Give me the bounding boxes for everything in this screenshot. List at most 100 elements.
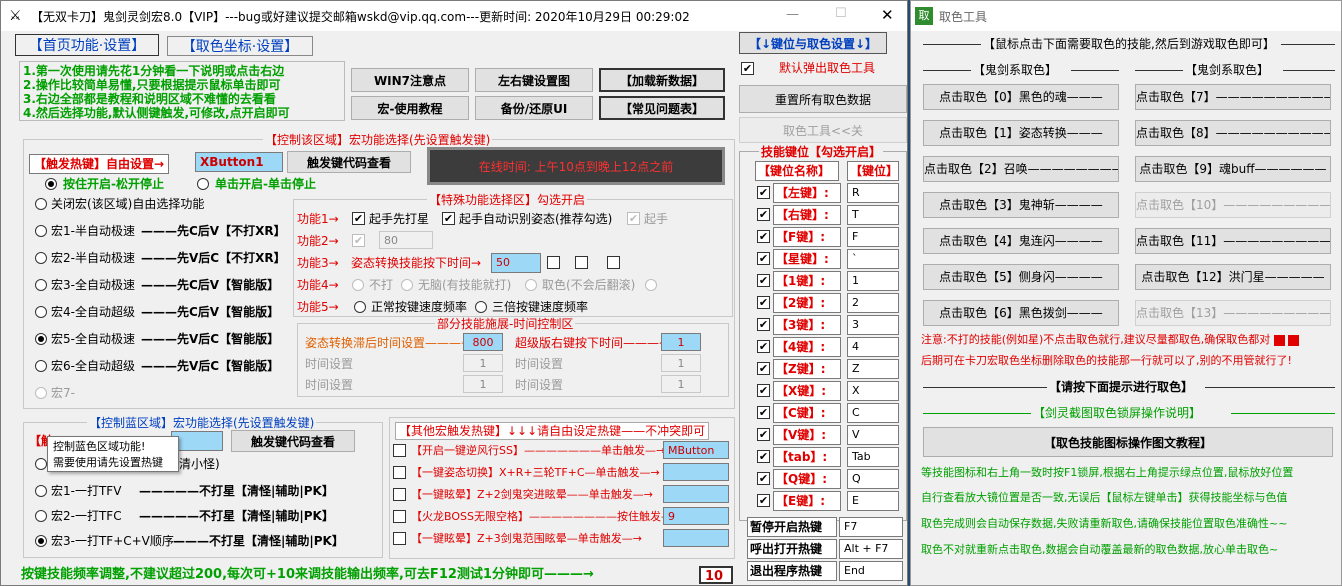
macro-radio-1[interactable] [35,225,47,237]
other-hotkey-checkbox-2[interactable] [393,488,406,501]
key-row-value[interactable]: ` [847,249,899,269]
key-row-value[interactable]: T [847,205,899,225]
func5-a-radio[interactable] [354,301,366,313]
backup-restore-button[interactable]: 备份/还原UI [475,96,593,120]
blue-code-button[interactable]: 触发键代码查看 [231,430,355,452]
func4-d-radio[interactable] [645,279,657,291]
func2-checkbox[interactable] [352,234,365,247]
pick-color-button-left[interactable]: 点击取色【2】召唤———————— [923,156,1119,182]
hotkey-input[interactable]: XButton1 [195,152,283,172]
close-picker-button[interactable]: 取色工具<<关 [739,117,907,143]
timing-v1-0[interactable]: 800 [463,333,503,351]
macro-radio-3[interactable] [35,279,47,291]
key-row-value[interactable]: R [847,183,899,203]
pick-color-button-left[interactable]: 点击取色【5】侧身闪———— [923,264,1119,290]
other-hotkey-checkbox-3[interactable] [393,510,406,523]
faq-button[interactable]: 【常见问题表】 [599,96,725,120]
key-row-checkbox[interactable] [757,252,770,265]
picker-titlebar[interactable]: 取 取色工具 [911,1,1341,31]
other-hotkey-checkbox-4[interactable] [393,532,406,545]
macro-tutorial-button[interactable]: 宏-使用教程 [351,96,469,120]
func4-c-radio[interactable] [525,279,537,291]
frequency-input[interactable]: 10 [699,566,733,584]
key-row-checkbox[interactable] [757,340,770,353]
key-row-checkbox[interactable] [757,450,770,463]
key-row-value[interactable]: X [847,381,899,401]
func4-b-radio[interactable] [401,279,413,291]
macro-radio-5[interactable] [35,333,47,345]
key-row-checkbox[interactable] [757,208,770,221]
pick-color-button-right[interactable]: 点击取色【12】洪门星————— [1135,264,1331,290]
key-row-checkbox[interactable] [757,318,770,331]
tab-home-settings[interactable]: 【首页功能·设置】 [15,34,159,56]
key-row-value[interactable]: Z [847,359,899,379]
macro-radio-2[interactable] [35,252,47,264]
main-titlebar[interactable]: ⚔ 【无双卡刀】鬼剑灵剑宏8.0【VIP】---bug或好建议提交邮箱wskd@… [1,1,907,31]
key-row-value[interactable]: 1 [847,271,899,291]
blue-macro-radio-1[interactable] [35,510,47,522]
func4-a-radio[interactable] [352,279,364,291]
timing-v2-2[interactable]: 1 [661,375,701,393]
blue-macro-radio-2[interactable] [35,535,47,547]
win7-notes-button[interactable]: WIN7注意点 [351,68,469,92]
key-row-value[interactable]: 4 [847,337,899,357]
macro-radio-4[interactable] [35,306,47,318]
func1-a-checkbox[interactable] [352,212,365,225]
key-row-value[interactable]: Tab [847,447,899,467]
other-hotkey-input-2[interactable] [663,485,729,503]
minimize-icon[interactable]: — [786,7,799,22]
timing-v1-1[interactable]: 1 [463,354,503,372]
macro-radio-7[interactable] [35,387,47,399]
key-row-checkbox[interactable] [757,186,770,199]
other-hotkey-input-1[interactable] [663,463,729,481]
lr-key-diagram-button[interactable]: 左右键设置图 [475,68,593,92]
func5-b-radio[interactable] [475,301,487,313]
macro-radio-0[interactable] [35,198,47,210]
key-row-value[interactable]: C [847,403,899,423]
macro-radio-6[interactable] [35,360,47,372]
key-row-checkbox[interactable] [757,428,770,441]
timing-v2-1[interactable]: 1 [661,354,701,372]
func2-input[interactable]: 80 [379,231,433,249]
pick-color-button-left[interactable]: 点击取色【1】姿态转换——— [923,120,1119,146]
func1-b-checkbox[interactable] [442,212,455,225]
key-row-checkbox[interactable] [757,230,770,243]
key-row-value[interactable]: 2 [847,293,899,313]
key-row-checkbox[interactable] [757,406,770,419]
other-hotkey-checkbox-0[interactable] [393,444,406,457]
show-hotkey-input[interactable]: Alt + F7 [839,539,903,559]
mode-click-radio[interactable] [197,178,209,190]
tab-color-coords[interactable]: 【取色坐标·设置】 [167,36,313,56]
guide-tutorial-button[interactable]: 【取色技能图标操作图文教程】 [923,427,1333,457]
other-hotkey-checkbox-1[interactable] [393,466,406,479]
pick-color-button-right[interactable]: 点击取色【13】—————————— [1135,300,1331,326]
pick-color-button-left[interactable]: 点击取色【0】黑色的魂——— [923,84,1119,110]
maximize-icon[interactable]: ☐ [835,6,847,21]
key-row-checkbox[interactable] [757,494,770,507]
key-row-checkbox[interactable] [757,384,770,397]
pick-color-button-left[interactable]: 点击取色【6】黑色拨剑——— [923,300,1119,326]
key-row-value[interactable]: F [847,227,899,247]
key-row-checkbox[interactable] [757,472,770,485]
key-color-settings-header[interactable]: 【↓键位与取色设置↓】 [739,32,887,54]
timing-v1-2[interactable]: 1 [463,375,503,393]
key-row-checkbox[interactable] [757,362,770,375]
pick-color-button-left[interactable]: 点击取色【3】鬼神斩———— [923,192,1119,218]
key-row-value[interactable]: V [847,425,899,445]
key-row-value[interactable]: 3 [847,315,899,335]
exit-hotkey-input[interactable]: End [839,561,903,581]
popup-picker-checkbox[interactable] [741,62,754,75]
key-row-value[interactable]: Q [847,469,899,489]
key-row-checkbox[interactable] [757,296,770,309]
pick-color-button-right[interactable]: 点击取色【7】—————————— [1135,84,1331,110]
other-hotkey-input-3[interactable]: 9 [663,507,729,525]
timing-v2-0[interactable]: 1 [661,333,701,351]
hotkey-code-button[interactable]: 触发键代码查看 [287,151,411,173]
load-data-button[interactable]: 【加载新数据】 [599,68,725,92]
mode-hold-radio[interactable] [45,178,57,190]
func3-checkbox-b[interactable] [575,256,588,269]
func3-input[interactable]: 50 [491,253,541,273]
other-hotkey-input-4[interactable] [663,529,729,547]
pick-color-button-right[interactable]: 点击取色【10】—————————— [1135,192,1331,218]
pick-color-button-right[interactable]: 点击取色【8】—————————— [1135,120,1331,146]
